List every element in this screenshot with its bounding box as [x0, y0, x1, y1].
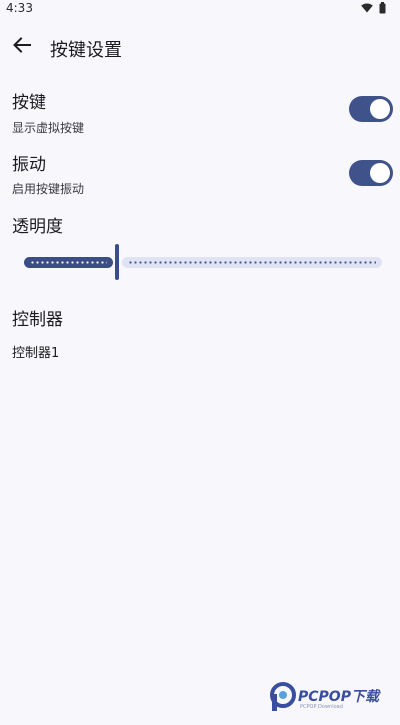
- setting-title-opacity: 透明度: [12, 217, 63, 237]
- setting-title-keys: 按键: [12, 93, 46, 113]
- controllers-header: 控制器: [12, 310, 63, 330]
- keys-toggle[interactable]: [349, 96, 393, 122]
- watermark: PCPOP下载 PCPOP Download: [270, 682, 394, 714]
- battery-icon: [379, 2, 386, 14]
- opacity-slider[interactable]: [22, 244, 384, 280]
- setting-subtitle-vibration: 启用按键振动: [12, 182, 85, 196]
- page-title: 按键设置: [50, 40, 122, 61]
- setting-title-vibration: 振动: [12, 155, 46, 175]
- pcpop-logo-icon: [270, 682, 296, 716]
- back-button[interactable]: [8, 33, 36, 61]
- slider-inactive-track: [122, 257, 382, 268]
- slider-inactive-ticks: [128, 261, 376, 264]
- setting-row-vibration[interactable]: 振动 启用按键振动: [0, 148, 400, 198]
- slider-active-track: [24, 257, 114, 268]
- vibration-toggle[interactable]: [349, 160, 393, 186]
- setting-row-keys[interactable]: 按键 显示虚拟按键: [0, 86, 400, 136]
- setting-subtitle-keys: 显示虚拟按键: [12, 121, 85, 135]
- wifi-icon: [361, 3, 373, 13]
- slider-active-ticks: [30, 261, 108, 264]
- status-bar: 4:33: [0, 0, 400, 18]
- controller-item[interactable]: 控制器1: [12, 342, 59, 361]
- watermark-tagline: PCPOP Download: [300, 704, 343, 710]
- toggle-thumb: [370, 99, 390, 119]
- slider-handle[interactable]: [115, 244, 120, 280]
- app-bar: 按键设置: [0, 28, 400, 66]
- arrow-back-icon: [13, 37, 31, 57]
- status-time: 4:33: [6, 1, 33, 15]
- status-icons: [361, 2, 386, 14]
- toggle-thumb: [370, 163, 390, 183]
- watermark-brand: PCPOP下载: [298, 689, 379, 705]
